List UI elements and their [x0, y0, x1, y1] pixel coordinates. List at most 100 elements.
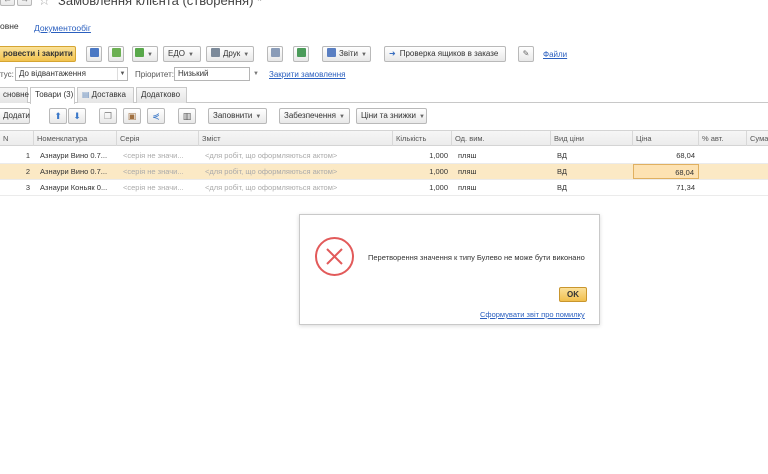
forward-button[interactable]: →	[17, 0, 32, 6]
move-down-button[interactable]: ⬇	[68, 108, 86, 124]
chevron-down-icon: ▼	[187, 52, 194, 58]
tab-additional[interactable]: Додатково	[136, 87, 187, 103]
barcode-icon: ▥	[182, 111, 192, 121]
error-report-link[interactable]: Сформувати звіт про помилку	[480, 310, 585, 319]
add-row-button[interactable]: Додати	[0, 108, 30, 124]
status-value: До відвантаження	[19, 69, 86, 78]
structure-icon	[270, 48, 280, 57]
cell-qty[interactable]: 1,000	[393, 164, 452, 179]
cell-series[interactable]: <серія не значи...	[120, 180, 199, 195]
cell-price-type[interactable]: ВД	[554, 164, 633, 179]
priority-dropdown-button[interactable]: ▼	[250, 67, 262, 81]
tab-goods[interactable]: Товари (3)	[30, 87, 75, 104]
col-content[interactable]: Зміст	[199, 131, 393, 146]
cell-price-focused[interactable]: 68,04	[633, 164, 699, 179]
back-button[interactable]: ←	[0, 0, 15, 6]
col-auto-pct[interactable]: % авт.	[699, 131, 747, 146]
ok-button[interactable]: OK	[559, 287, 587, 302]
files-link[interactable]: Файли	[543, 50, 567, 59]
arrow-left-icon: ←	[3, 0, 12, 4]
cell-unit[interactable]: пляш	[455, 148, 551, 163]
check-boxes-button[interactable]: ➜ Проверка ящиков в заказе	[384, 46, 506, 62]
fill-label: Заповнити	[213, 111, 253, 120]
priority-value: Низький	[178, 69, 209, 78]
post-and-close-button[interactable]: ровести і закрити	[0, 46, 76, 62]
structure-button[interactable]	[267, 46, 283, 62]
priority-label: Пріоритет:	[135, 70, 174, 79]
edit-button[interactable]	[293, 46, 309, 62]
chevron-down-icon: ▼	[243, 52, 250, 58]
tab-basic[interactable]: сновне	[0, 87, 29, 103]
error-message: Перетворення значення к типу Булево не м…	[368, 253, 585, 262]
status-label: тус:	[0, 70, 14, 79]
error-dialog: Перетворення значення к типу Булево не м…	[299, 214, 600, 325]
save-button[interactable]	[86, 46, 102, 62]
col-n[interactable]: N	[0, 131, 34, 146]
cell-item[interactable]: Азнаури Коньяк 0...	[37, 180, 117, 195]
col-sum[interactable]: Сума	[747, 131, 768, 146]
col-price[interactable]: Ціна	[633, 131, 699, 146]
chevron-down-icon: ▼	[361, 52, 367, 58]
chevron-down-icon: ▼	[147, 52, 153, 58]
edo-button[interactable]: ЕДО ▼	[163, 46, 201, 62]
barcode-button[interactable]: ▥	[178, 108, 196, 124]
cell-content[interactable]: <для робіт, що оформляються актом>	[202, 148, 393, 163]
split-row-button[interactable]: ⋞	[147, 108, 165, 124]
print-label: Друк	[223, 49, 241, 58]
prices-discounts-button[interactable]: Ціни та знижки ▼	[356, 108, 427, 124]
table-row[interactable]: 1 Азнаури Вино 0.7... <серія не значи...…	[0, 148, 768, 164]
printer-icon	[211, 48, 220, 57]
move-up-button[interactable]: ⬆	[49, 108, 67, 124]
report-icon	[327, 48, 336, 57]
cell-content[interactable]: <для робіт, що оформляються актом>	[202, 180, 393, 195]
col-item[interactable]: Номенклатура	[34, 131, 117, 146]
cell-item[interactable]: Азнаури Вино 0.7...	[37, 164, 117, 179]
cell-unit[interactable]: пляш	[455, 164, 551, 179]
cell-price-type[interactable]: ВД	[554, 148, 633, 163]
chevron-down-icon: ▼	[117, 68, 127, 80]
create-based-on-button[interactable]: ▼	[132, 46, 158, 62]
status-select[interactable]: До відвантаження ▼	[15, 67, 128, 81]
cell-series[interactable]: <серія не значи...	[120, 164, 199, 179]
table-row-selected[interactable]: 2 Азнаури Вино 0.7... <серія не значи...…	[0, 164, 768, 180]
col-qty[interactable]: Кількість	[393, 131, 452, 146]
cell-qty[interactable]: 1,000	[393, 180, 452, 195]
fill-button[interactable]: Заповнити ▼	[208, 108, 267, 124]
close-order-link[interactable]: Закрити замовлення	[269, 70, 345, 79]
star-icon[interactable]: ☆	[38, 0, 51, 7]
tab-delivery[interactable]: ▤ Доставка	[77, 87, 134, 103]
attach-button[interactable]: ✎	[518, 46, 534, 62]
copy-icon: ❐	[103, 111, 113, 121]
col-series[interactable]: Серія	[117, 131, 199, 146]
cell-price[interactable]: 68,04	[633, 148, 699, 163]
tab-main[interactable]: овне	[0, 21, 28, 34]
cell-content[interactable]: <для робіт, що оформляються актом>	[202, 164, 393, 179]
table-row[interactable]: 3 Азнаури Коньяк 0... <серія не значи...…	[0, 180, 768, 196]
cell-n: 2	[25, 167, 30, 176]
print-button[interactable]: Друк ▼	[206, 46, 254, 62]
arrow-right-icon: →	[20, 0, 29, 4]
col-price-type[interactable]: Вид ціни	[551, 131, 633, 146]
cell-price-type[interactable]: ВД	[554, 180, 633, 195]
chevron-down-icon: ▼	[339, 114, 345, 120]
chevron-down-icon: ▼	[255, 114, 262, 120]
table-header: N Номенклатура Серія Зміст Кількість Од.…	[0, 130, 768, 146]
cell-unit[interactable]: пляш	[455, 180, 551, 195]
col-unit[interactable]: Од. вим.	[452, 131, 551, 146]
pencil-icon	[296, 48, 306, 57]
tab-delivery-label: Доставка	[91, 90, 126, 99]
cell-qty[interactable]: 1,000	[393, 148, 452, 163]
create-based-icon	[135, 48, 144, 57]
copy-row-button[interactable]: ❐	[99, 108, 117, 124]
cell-item[interactable]: Азнаури Вино 0.7...	[37, 148, 117, 163]
cell-series[interactable]: <серія не значи...	[120, 148, 199, 163]
paste-row-button[interactable]: ▣	[123, 108, 141, 124]
post-button[interactable]	[108, 46, 124, 62]
reports-button[interactable]: Звіти ▼	[322, 46, 371, 62]
priority-field[interactable]: Низький	[174, 67, 250, 81]
supply-button[interactable]: Забезпечення ▼	[279, 108, 350, 124]
tab-documents[interactable]: Документообіг	[34, 23, 91, 33]
chevron-down-icon: ▼	[418, 114, 425, 120]
cell-price[interactable]: 71,34	[633, 180, 699, 195]
split-icon: ⋞	[152, 111, 160, 121]
